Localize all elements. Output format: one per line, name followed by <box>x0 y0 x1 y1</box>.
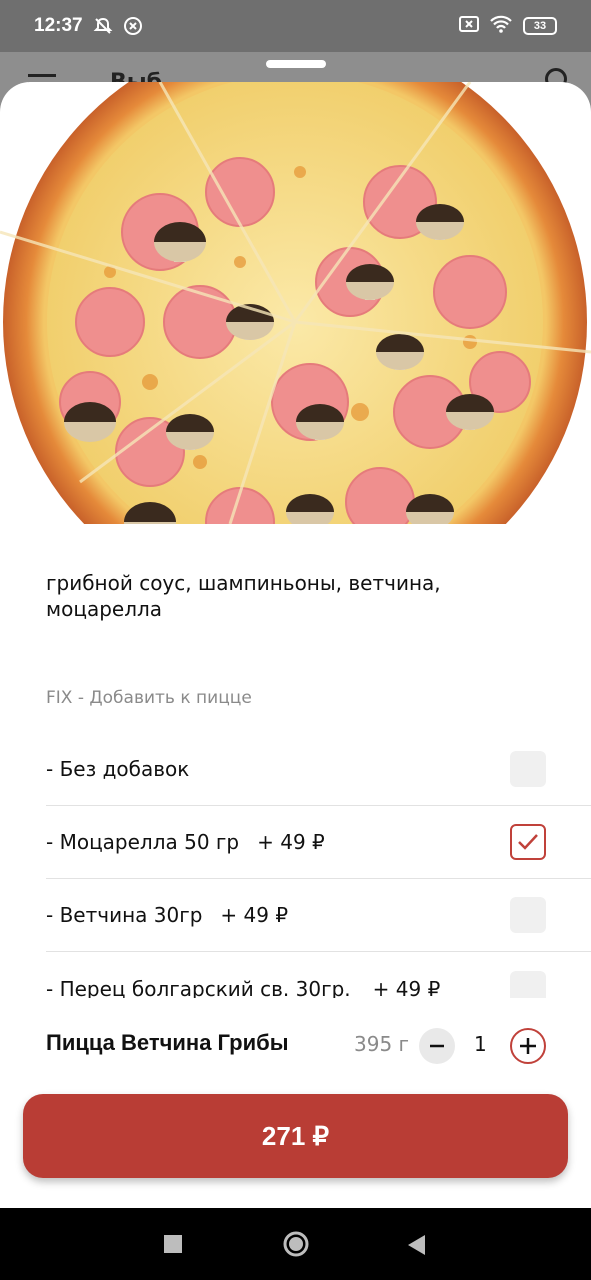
status-bar: 12:37 33 <box>0 0 591 52</box>
product-weight: 395 г <box>354 1032 410 1056</box>
quantity-value: 1 <box>474 1032 487 1056</box>
screen: 12:37 33 Выб <box>0 0 591 1280</box>
plus-icon <box>520 1038 536 1054</box>
option-row[interactable]: - Моцарелла 50 гр + 49 ₽ <box>46 806 591 879</box>
decrease-quantity-button[interactable] <box>419 1028 455 1064</box>
menu-icon <box>28 74 56 77</box>
product-action-bar: Пицца Ветчина Грибы 395 г 1 271 ₽ <box>0 998 591 1208</box>
add-to-cart-button[interactable]: 271 ₽ <box>23 1094 568 1178</box>
option-label: - Ветчина 30гр <box>46 903 203 927</box>
product-sheet: грибной соус, шампиньоны, ветчина, моцар… <box>0 82 591 1208</box>
option-row[interactable]: - Без добавок <box>46 733 591 806</box>
status-right-group: 33 <box>459 15 557 38</box>
option-checkbox-checked[interactable] <box>510 824 546 860</box>
wifi-icon <box>489 15 513 38</box>
option-label: - Без добавок <box>46 757 190 781</box>
option-checkbox[interactable] <box>510 897 546 933</box>
product-description: грибной соус, шампиньоны, ветчина, моцар… <box>46 571 441 621</box>
home-icon[interactable] <box>282 1230 310 1258</box>
option-row[interactable]: - Ветчина 30гр + 49 ₽ <box>46 879 591 952</box>
option-label: - Моцарелла 50 гр <box>46 830 240 854</box>
option-price: + 49 ₽ <box>257 830 325 854</box>
option-checkbox[interactable] <box>510 751 546 787</box>
option-price: + 49 ₽ <box>372 976 441 1001</box>
addons-section-title: FIX - Добавить к пицце <box>46 688 252 708</box>
recents-icon[interactable] <box>163 1234 183 1254</box>
back-icon[interactable] <box>406 1234 426 1256</box>
increase-quantity-button[interactable] <box>510 1028 546 1064</box>
option-label: - Перец болгарский св. 30гр. <box>46 976 351 1001</box>
checkmark-icon <box>518 834 538 850</box>
close-circle-icon <box>123 16 143 36</box>
option-price: + 49 ₽ <box>220 903 289 927</box>
battery-icon: 33 <box>523 17 557 35</box>
pizza-image <box>0 82 591 524</box>
mute-alarm-icon <box>93 16 113 36</box>
product-name: Пицца Ветчина Грибы <box>46 1030 289 1055</box>
minus-icon <box>430 1044 444 1048</box>
system-nav-bar <box>0 1208 591 1280</box>
sim-x-icon <box>459 15 479 38</box>
sheet-drag-handle[interactable] <box>266 60 326 68</box>
status-time: 12:37 <box>34 15 83 36</box>
